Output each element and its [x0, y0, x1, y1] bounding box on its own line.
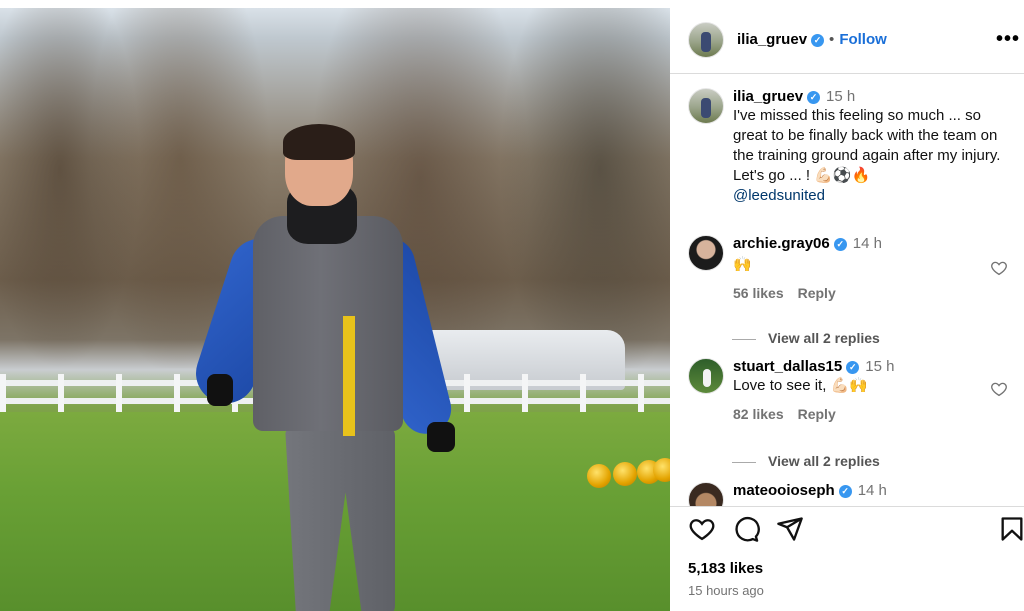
separator-dot: •: [829, 31, 835, 48]
post-actions: 5,183 likes 15 hours ago: [670, 506, 1024, 611]
comment-item: mateooioseph ✓ 14 h: [688, 482, 1008, 506]
comment-avatar[interactable]: [688, 482, 724, 506]
comment-username[interactable]: archie.gray06: [733, 235, 830, 252]
comment-item: stuart_dallas15 ✓ 15 h Love to see it, 💪🏻🙌…: [688, 358, 1008, 458]
comment-avatar[interactable]: [688, 235, 724, 271]
caption-avatar[interactable]: [688, 88, 724, 124]
replies-divider: [732, 338, 756, 340]
post-photo[interactable]: [0, 8, 670, 611]
post-side-panel: ilia_gruev ✓ • Follow ••• ilia_gruev ✓ 15 h I…: [670, 8, 1024, 611]
comment-text: 🙌: [733, 256, 752, 273]
comment-username[interactable]: stuart_dallas15: [733, 358, 842, 375]
comment-meta: 82 likes Reply: [733, 406, 1003, 422]
bookmark-icon[interactable]: [998, 515, 1024, 543]
reply-button[interactable]: Reply: [798, 285, 836, 301]
caption-row: ilia_gruev ✓ 15 h I've missed this feeling…: [688, 88, 1008, 218]
verified-badge-icon: ✓: [838, 485, 852, 498]
comment-avatar[interactable]: [688, 358, 724, 394]
comment-icon[interactable]: [732, 515, 760, 543]
post-timestamp[interactable]: 15 hours ago: [688, 583, 764, 598]
likes-count[interactable]: 5,183 likes: [688, 560, 763, 577]
caption-mention[interactable]: @leedsunited: [733, 186, 1003, 206]
caption-time: 15 h: [826, 88, 856, 105]
comment-like-heart-icon[interactable]: [990, 259, 1008, 277]
view-replies-label: View all 2 replies: [768, 453, 880, 469]
photo-balls: [565, 458, 670, 490]
comment-likes[interactable]: 56 likes: [733, 285, 784, 301]
comments-list[interactable]: ilia_gruev ✓ 15 h I've missed this feeling…: [670, 74, 1024, 506]
comment-likes[interactable]: 82 likes: [733, 406, 784, 422]
heart-icon[interactable]: [688, 515, 716, 543]
more-options-icon[interactable]: •••: [996, 28, 1020, 51]
verified-badge-icon: ✓: [807, 91, 821, 104]
comment-item: archie.gray06 ✓ 14 h 🙌 56 likes Reply: [688, 235, 1008, 335]
caption-username[interactable]: ilia_gruev: [733, 88, 803, 105]
post-header: ilia_gruev ✓ • Follow •••: [670, 8, 1024, 74]
follow-button[interactable]: Follow: [839, 31, 887, 48]
verified-badge-icon: ✓: [811, 34, 825, 47]
comment-time: 15 h: [865, 358, 895, 375]
replies-divider: [732, 461, 756, 463]
author-username[interactable]: ilia_gruev: [737, 31, 807, 48]
view-replies-button[interactable]: View all 2 replies: [732, 330, 880, 346]
comment-time: 14 h: [852, 235, 882, 252]
verified-badge-icon: ✓: [846, 361, 860, 374]
send-icon[interactable]: [776, 515, 804, 543]
photo-player: [188, 124, 465, 611]
reply-button[interactable]: Reply: [798, 406, 836, 422]
author-avatar[interactable]: [688, 22, 724, 58]
comment-meta: 56 likes Reply: [733, 285, 1003, 301]
comment-time: 14 h: [857, 482, 887, 499]
comment-like-heart-icon[interactable]: [990, 380, 1008, 398]
view-replies-button[interactable]: View all 2 replies: [732, 453, 880, 469]
view-replies-label: View all 2 replies: [768, 330, 880, 346]
header-user-line: ilia_gruev ✓ • Follow: [737, 31, 887, 49]
comment-username[interactable]: mateooioseph: [733, 482, 835, 499]
verified-badge-icon: ✓: [833, 238, 847, 251]
comment-text: Love to see it, 💪🏻🙌: [733, 377, 868, 394]
caption-text: I've missed this feeling so much ... so …: [733, 107, 1001, 184]
